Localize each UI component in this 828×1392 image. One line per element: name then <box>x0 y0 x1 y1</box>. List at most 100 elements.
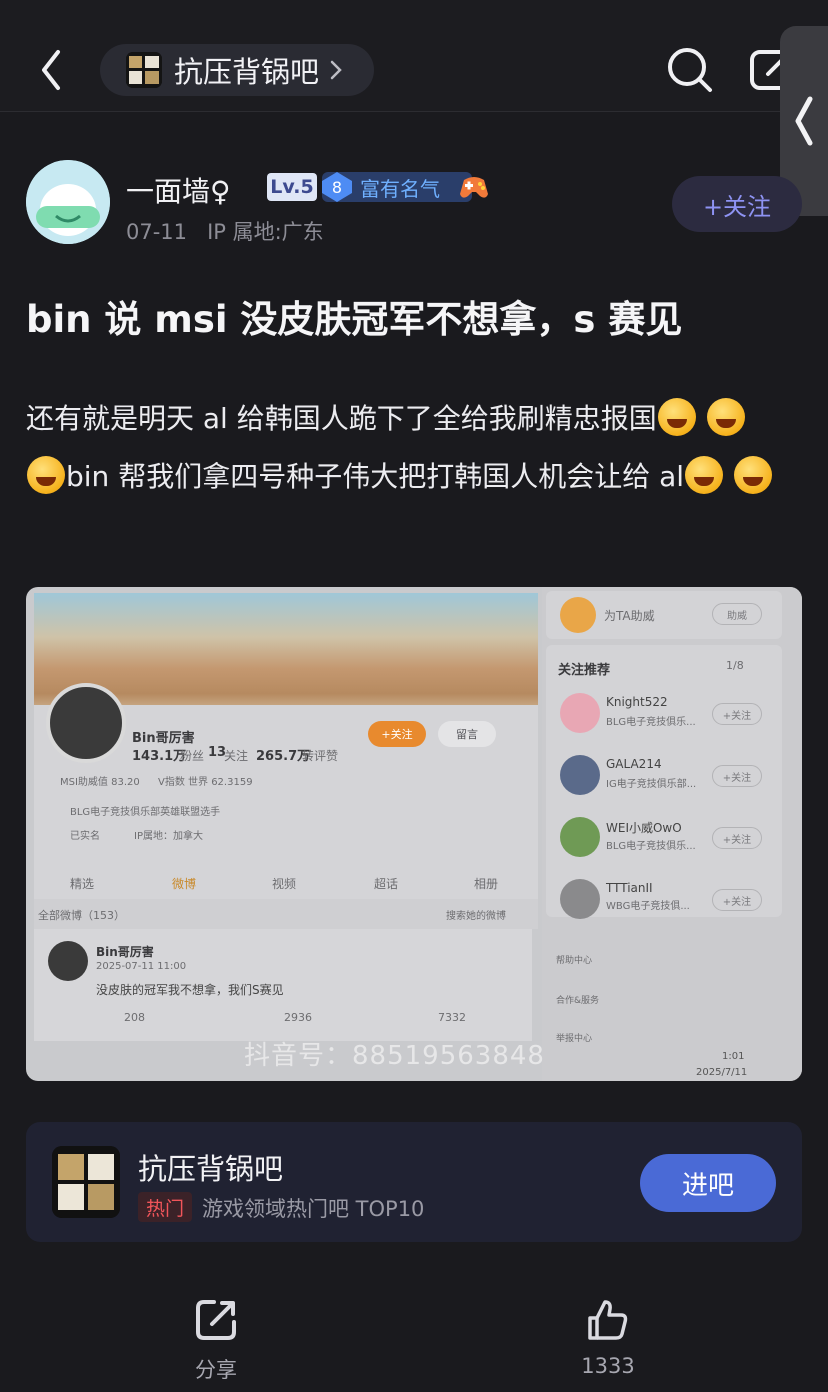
profile-tab: 精选 <box>70 877 95 891</box>
coop-services: 合作&服务 <box>556 996 600 1006</box>
recommend-name: WEI小威OwO <box>606 821 682 835</box>
chevron-right-icon <box>330 60 342 80</box>
recommend-title: 关注推荐 <box>558 663 611 678</box>
thumbs-up-icon <box>588 1300 628 1340</box>
embedded-post-time: 2025-07-11 11:00 <box>96 961 187 972</box>
recommend-follow: +关注 <box>712 765 762 787</box>
profile-tab: 微博 <box>172 877 197 891</box>
profile-name: Bin哥厉害 <box>132 731 195 746</box>
recommend-follow: +关注 <box>712 703 762 725</box>
post-title: bin 说 msi 没皮肤冠军不想拿，s 赛见 <box>26 298 683 341</box>
recommend-desc: WBG电子竞技俱... <box>606 901 690 912</box>
recommend-name: TTTianII <box>606 881 653 895</box>
fame-badge-text: 富有名气 <box>360 176 440 201</box>
share-icon <box>196 1300 236 1340</box>
profile-follow-button: +关注 <box>368 721 426 747</box>
recommend-avatar <box>560 879 600 919</box>
recommend-avatar <box>560 755 600 795</box>
profile-fans-label: 粉丝 <box>180 749 205 763</box>
embedded-post: Bin哥厉害 2025-07-11 11:00 没皮肤的冠军我不想拿，我们S赛见… <box>34 929 532 1041</box>
embedded-likes: 7332 <box>438 1011 466 1024</box>
profile-bio: BLG电子竞技俱乐部英雄联盟选手 <box>70 807 221 818</box>
profile-fans: 143.1万 <box>132 749 187 764</box>
recommend-desc: BLG电子竞技俱乐... <box>606 717 696 728</box>
profile-tabs: 精选 微博 视频 超话 相册 <box>34 865 538 899</box>
douyin-watermark: 抖音号：88519563848 <box>244 1041 545 1071</box>
post-body: 还有就是明天 al 给韩国人跪下了全给我刷精忠报国 bin 帮我们拿四号种子伟大… <box>26 390 792 506</box>
report-center: 举报中心 <box>556 1034 593 1044</box>
post-body-part-1: 还有就是明天 al 给韩国人跪下了全给我刷精忠报国 <box>26 402 657 435</box>
profile-sidebar: 为TA助威 助威 关注推荐 1/8 Knight522 BLG电子竞技俱乐...… <box>542 587 802 1081</box>
help-center: 帮助中心 <box>556 956 593 966</box>
support-card: 为TA助威 助威 <box>546 591 782 639</box>
recommend-desc: IG电子竞技俱乐部... <box>606 779 697 790</box>
forum-logo <box>126 52 162 88</box>
feed-label: 全部微博（153） <box>38 909 125 922</box>
forum-name: 抗压背锅吧 <box>174 55 320 89</box>
hug-emoji-icon <box>733 456 772 494</box>
clock-date: 2025/7/11 <box>696 1067 748 1078</box>
profile-verified: 已实名 <box>70 831 100 842</box>
like-count: 1333 <box>581 1354 635 1378</box>
grinning-emoji-icon <box>706 398 745 436</box>
recommend-avatar <box>560 693 600 733</box>
author-row: 一面墙♀ Lv.5 8 富有名气 07-11 IP 属地:广东 +关注 <box>26 160 802 250</box>
feed-header: 全部微博（153） 搜索她的微博 <box>34 899 538 929</box>
hot-badge: 热门 <box>138 1192 192 1222</box>
embedded-post-avatar <box>48 941 88 981</box>
profile-stat-1: MSI助威值 83.20 <box>60 777 140 788</box>
avatar[interactable] <box>26 160 110 244</box>
follow-button[interactable]: +关注 <box>672 176 802 232</box>
gamepad-icon <box>460 177 488 198</box>
recommend-follow: +关注 <box>712 827 762 849</box>
support-button: 助威 <box>712 603 762 625</box>
embedded-post-author: Bin哥厉害 <box>96 945 154 959</box>
bottom-action-bar: 分享 1333 <box>0 1280 828 1392</box>
post-image[interactable]: Bin哥厉害 143.1万 粉丝 13 关注 265.7万 转评赞 +关注 留言… <box>26 587 802 1081</box>
embedded-comments: 2936 <box>284 1011 312 1024</box>
profile-message-button: 留言 <box>438 721 496 747</box>
share-button[interactable]: 分享 <box>176 1296 256 1386</box>
recommend-follow: +关注 <box>712 889 762 911</box>
author-name[interactable]: 一面墙♀ <box>126 170 231 210</box>
fame-badge-number: 8 <box>322 172 352 202</box>
forum-rank: 游戏领域热门吧 TOP10 <box>202 1197 425 1221</box>
profile-tab: 视频 <box>272 877 297 891</box>
forum-card[interactable]: 抗压背锅吧 热门 游戏领域热门吧 TOP10 进吧 <box>26 1122 802 1242</box>
ip-location: IP 属地:广东 <box>207 220 324 244</box>
post-body-part-2: bin 帮我们拿四号种子伟大把打韩国人机会让给 al <box>66 460 685 493</box>
profile-stat-2: V指数 世界 62.3159 <box>158 777 253 788</box>
forum-card-logo <box>52 1146 120 1218</box>
chevron-left-icon <box>42 50 60 90</box>
search-icon <box>668 48 712 92</box>
recommend-avatar <box>560 817 600 857</box>
forum-card-name: 抗压背锅吧 <box>138 1152 284 1186</box>
support-label: 为TA助威 <box>604 609 655 623</box>
embedded-reposts: 208 <box>124 1011 145 1024</box>
clock-time: 1:01 <box>722 1051 745 1062</box>
recommend-card: 关注推荐 1/8 Knight522 BLG电子竞技俱乐... +关注 GALA… <box>546 645 782 919</box>
level-badge: Lv.5 <box>267 173 317 201</box>
grinning-emoji-icon <box>27 456 65 494</box>
profile-ip: IP属地：加拿大 <box>134 831 203 842</box>
forum-chip[interactable]: 抗压背锅吧 <box>100 44 374 96</box>
profile-likes-label: 转评赞 <box>302 749 339 763</box>
recommend-name: Knight522 <box>606 695 668 709</box>
enter-forum-button[interactable]: 进吧 <box>640 1154 776 1212</box>
recommend-name: GALA214 <box>606 757 662 771</box>
top-bar: 抗压背锅吧 <box>0 0 828 112</box>
recommend-desc: BLG电子竞技俱乐... <box>606 841 696 852</box>
back-button[interactable] <box>32 44 72 96</box>
profile-tab: 相册 <box>474 877 499 891</box>
profile-follows-label: 关注 <box>224 749 249 763</box>
profile-avatar <box>46 683 126 763</box>
grinning-emoji-icon <box>657 398 696 436</box>
profile-tab: 超话 <box>374 877 399 891</box>
chevron-left-icon <box>795 96 813 146</box>
hug-emoji-icon <box>685 456 724 494</box>
embedded-post-text: 没皮肤的冠军我不想拿，我们S赛见 <box>96 983 284 997</box>
feed-search: 搜索她的微博 <box>446 911 506 922</box>
like-button[interactable]: 1333 <box>566 1296 650 1386</box>
search-button[interactable] <box>664 44 716 96</box>
fame-badge: 8 富有名气 <box>322 172 472 202</box>
